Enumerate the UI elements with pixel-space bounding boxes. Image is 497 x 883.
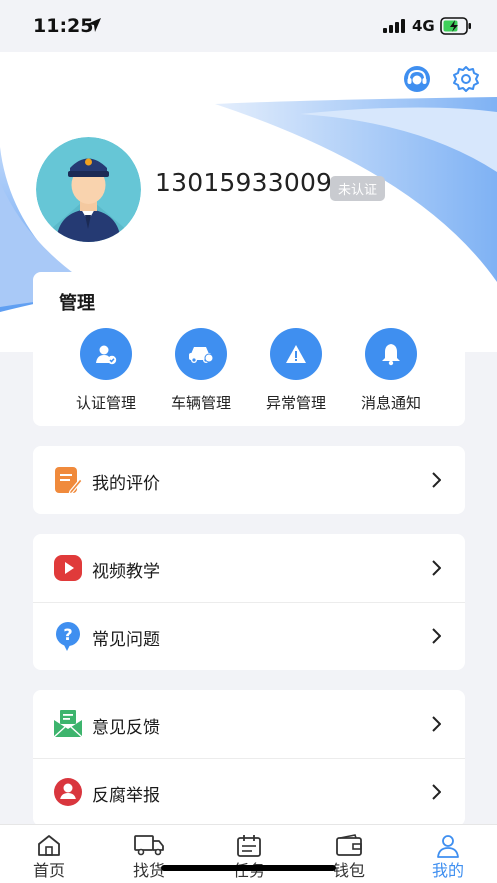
feedback-label: 意见反馈 [92,718,160,738]
vehicle-management-label: 车辆管理 [170,394,231,412]
review-note-icon [55,467,83,495]
settings-gear-icon[interactable] [451,64,481,94]
exception-management-label: 异常管理 [265,394,326,412]
svg-text:?: ? [63,625,72,644]
my-reviews-row[interactable]: 我的评价 [33,446,465,514]
report-person-icon [54,778,82,806]
tab-wallet[interactable]: 钱包 [319,825,379,883]
video-tutorial-label: 视频教学 [92,562,160,582]
chevron-right-icon [432,560,441,576]
verification-management-button[interactable]: 认证管理 [60,328,152,413]
faq-label: 常见问题 [92,630,160,650]
avatar[interactable] [36,137,141,242]
status-bar: 11:25 4G [0,0,497,52]
calendar-icon [237,835,261,857]
customer-service-icon[interactable] [402,64,432,94]
car-icon [189,347,214,363]
chevron-right-icon [432,784,441,800]
message-notification-button[interactable]: 消息通知 [345,328,437,413]
home-indicator [161,865,336,871]
feedback-card: 意见反馈 反腐举报 [33,690,465,826]
user-check-icon [96,345,117,365]
exception-management-button[interactable]: 异常管理 [250,328,342,413]
tab-mine[interactable]: 我的 [418,825,478,883]
tab-tasks[interactable]: 任务 [219,825,279,883]
feedback-row[interactable]: 意见反馈 [33,690,465,759]
reviews-card: 我的评价 [33,446,465,514]
faq-row[interactable]: ? 常见问题 [33,602,465,670]
verification-status-badge: 未认证 [330,176,386,201]
person-icon [437,835,459,858]
truck-icon [134,835,164,856]
chevron-right-icon [432,628,441,644]
chevron-right-icon [432,716,441,732]
envelope-icon [53,710,83,738]
message-notification-label: 消息通知 [360,394,421,412]
status-time: 11:25 [33,15,94,37]
verification-management-label: 认证管理 [75,394,136,412]
network-type: 4G [412,17,435,35]
warning-icon [286,345,306,363]
bell-icon [382,344,400,366]
vehicle-management-button[interactable]: 车辆管理 [155,328,247,413]
bottom-tab-bar: 首页 找货 任务 钱包 我的 [0,824,497,883]
signal-icon [383,19,405,33]
anti-corruption-report-label: 反腐举报 [92,786,160,806]
tab-home[interactable]: 首页 [19,825,79,883]
management-title: 管理 [59,293,95,314]
tab-mine-label: 我的 [431,861,464,880]
phone-number: 13015933009 [155,168,333,197]
tab-home-label: 首页 [32,861,65,880]
question-bubble-icon: ? [56,622,80,651]
location-arrow-icon [87,18,101,32]
home-icon [38,835,60,856]
management-card: 管理 认证管理 车辆管理 异常管理 消息通知 [33,272,465,426]
battery-icon [440,17,471,35]
wallet-icon [336,834,362,856]
anti-corruption-report-row[interactable]: 反腐举报 [33,758,465,826]
my-reviews-label: 我的评价 [92,474,160,494]
tab-find-goods[interactable]: 找货 [119,825,179,883]
help-card: 视频教学 ? 常见问题 [33,534,465,670]
video-tutorial-row[interactable]: 视频教学 [33,534,465,603]
video-play-icon [54,555,82,581]
chevron-right-icon [432,472,441,488]
